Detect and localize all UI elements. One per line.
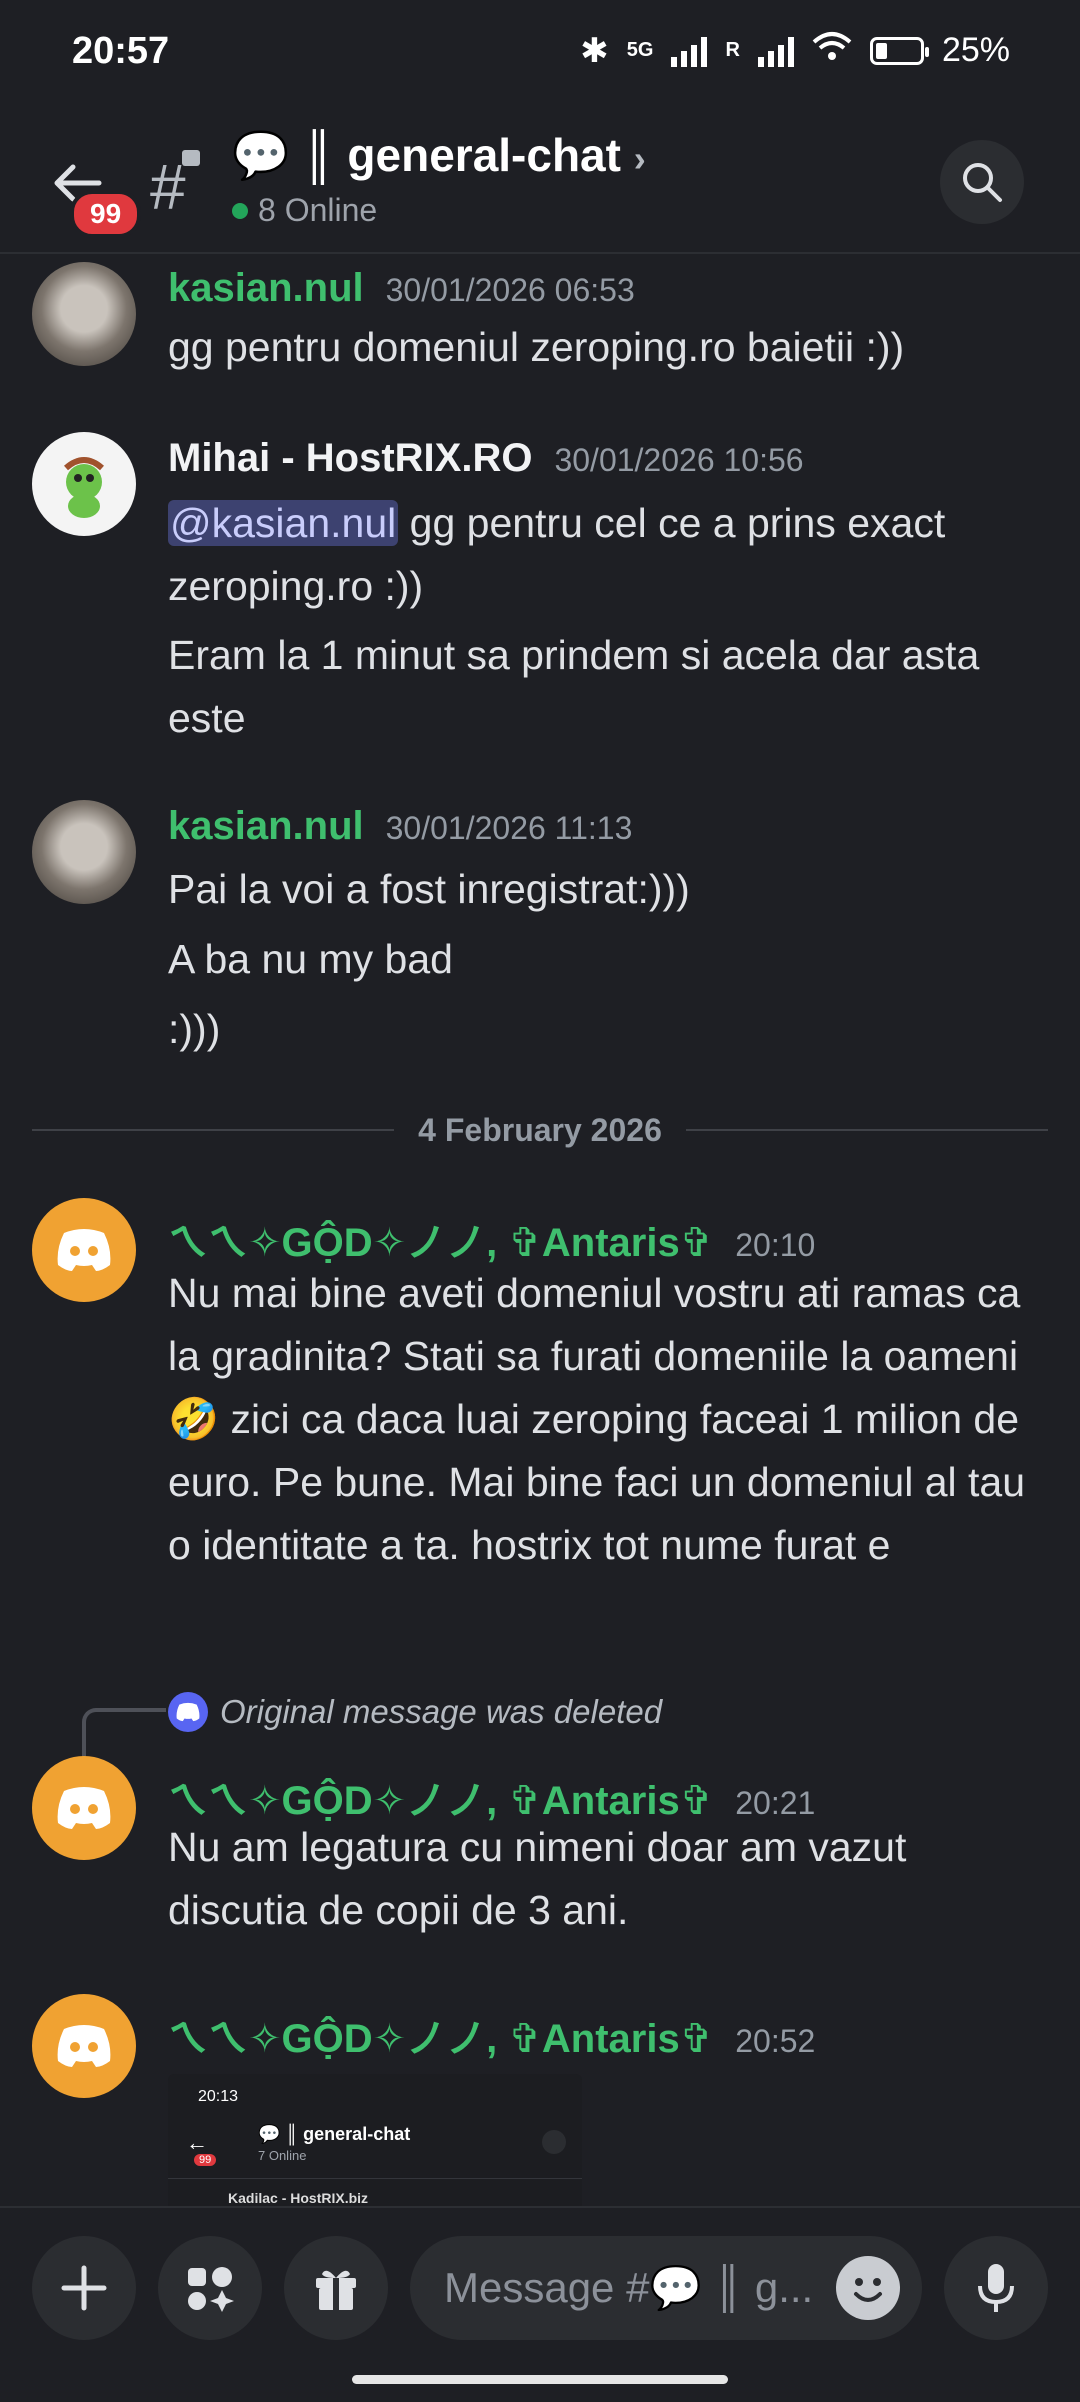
status-bar: 20:57 ✱ 5G R 25% <box>0 0 1080 110</box>
thumb-back-icon: ← <box>186 2130 208 2155</box>
timestamp: 20:10 <box>735 1227 816 1263</box>
author-name[interactable]: ㄟㄟ✧GỘD✧ノノ, ✞Antaris✞ <box>168 1210 713 1268</box>
avatar[interactable] <box>32 1994 136 2098</box>
chevron-right-icon: › <box>633 138 646 179</box>
thumb-title: 💬 ║ general-chat <box>258 2124 411 2144</box>
thumb-search-icon <box>542 2130 566 2154</box>
timestamp: 30/01/2026 10:56 <box>554 442 804 478</box>
home-indicator[interactable] <box>352 2375 728 2384</box>
apps-button[interactable] <box>158 2236 262 2340</box>
message-text: Pai la voi a fost inregistrat:))) <box>168 866 690 912</box>
lock-icon <box>182 150 200 166</box>
online-dot <box>232 202 248 219</box>
message-header: kasian.nul 30/01/2026 06:53 <box>168 266 635 311</box>
roaming-label: R <box>725 39 740 61</box>
microphone-icon <box>978 2264 1014 2312</box>
message-text: Eram la 1 minut sa prindem si acela dar … <box>168 632 980 741</box>
timestamp: 30/01/2026 06:53 <box>385 272 635 308</box>
thumb-time: 20:13 <box>198 2088 239 2105</box>
message-text: Nu mai bine aveti domeniul vostru ati ra… <box>168 1270 1025 1568</box>
message-text: :))) <box>168 1006 221 1052</box>
emoji-icon <box>854 2278 882 2302</box>
status-time: 20:57 <box>72 30 170 72</box>
channel-header: 99 # 💬 ║ general-chat › 8 Online <box>0 110 1080 254</box>
gift-icon <box>316 2270 356 2310</box>
reply-text: Original message was deleted <box>220 1693 663 1730</box>
avatar[interactable] <box>32 1756 136 1860</box>
battery-percent: 25% <box>941 31 1010 69</box>
reply-connector <box>82 1708 166 1762</box>
add-attachment-button[interactable] <box>32 2236 136 2340</box>
message-text: A ba nu my bad <box>168 936 453 982</box>
channel-name: 💬 ║ general-chat <box>232 129 621 181</box>
wifi-icon <box>812 30 852 71</box>
network-type: 5G <box>626 39 654 61</box>
emoji-button[interactable] <box>836 2256 900 2320</box>
thumb-divider <box>168 2178 582 2179</box>
discord-logo-icon <box>168 1692 208 1732</box>
avatar[interactable] <box>32 800 136 904</box>
message-input-placeholder: Message #💬 ║ g... <box>444 2263 814 2311</box>
message-text: @kasian.nul gg pentru cel ce a prins exa… <box>168 492 1048 618</box>
timestamp: 20:52 <box>735 2023 816 2059</box>
reply-preview[interactable]: Original message was deleted <box>168 1692 662 1732</box>
timestamp: 30/01/2026 11:13 <box>385 810 633 846</box>
online-count-text: 8 Online <box>258 192 378 228</box>
author-name[interactable]: kasian.nul <box>168 266 364 311</box>
author-name[interactable]: kasian.nul <box>168 804 364 849</box>
message-header: kasian.nul 30/01/2026 11:13 <box>168 804 632 849</box>
plus-icon <box>61 2265 107 2311</box>
thumb-online: 7 Online <box>258 2148 307 2163</box>
online-count: 8 Online <box>232 192 377 229</box>
date-divider: 4 February 2026 <box>32 1110 1049 1150</box>
battery-icon <box>869 36 929 65</box>
status-icons: ✱ 5G R 25% <box>580 30 1010 71</box>
search-button[interactable] <box>940 140 1024 224</box>
search-icon <box>963 163 1002 202</box>
image-attachment[interactable]: 20:13 ← 99 💬 ║ general-chat 7 Online Kad… <box>168 2074 582 2210</box>
author-name[interactable]: Mihai - HostRIX.RO <box>168 436 532 481</box>
user-mention[interactable]: @kasian.nul <box>168 500 399 546</box>
apps-icon <box>188 2267 234 2312</box>
gift-button[interactable] <box>284 2236 388 2340</box>
message-header: ㄟㄟ✧GỘD✧ノノ, ✞Antaris✞ 20:52 <box>168 2006 815 2064</box>
channel-title[interactable]: 💬 ║ general-chat › <box>232 128 646 183</box>
thumb-badge: 99 <box>194 2154 217 2166</box>
voice-message-button[interactable] <box>944 2236 1048 2340</box>
signal-icon <box>671 35 708 67</box>
hash-lock-icon: # <box>150 151 186 223</box>
author-name[interactable]: ㄟㄟ✧GỘD✧ノノ, ✞Antaris✞ <box>168 2006 713 2064</box>
message-text: Nu am legatura cu nimeni doar am vazut d… <box>168 1824 907 1933</box>
signal-2-icon <box>757 35 794 67</box>
date-divider-label: 4 February 2026 <box>418 1111 662 1148</box>
bluetooth-icon: ✱ <box>580 31 609 70</box>
message-text: gg pentru domeniul zeroping.ro baietii :… <box>168 324 905 370</box>
avatar[interactable] <box>32 432 136 536</box>
composer-bar: Message #💬 ║ g... <box>0 2206 1080 2402</box>
discord-logo-icon <box>57 1787 111 1829</box>
message-header: Mihai - HostRIX.RO 30/01/2026 10:56 <box>168 436 804 481</box>
discord-logo-icon <box>57 2025 111 2067</box>
avatar[interactable] <box>32 1198 136 1302</box>
avatar[interactable] <box>32 262 136 366</box>
message-input[interactable]: Message #💬 ║ g... <box>410 2236 922 2340</box>
unread-badge: 99 <box>70 190 142 238</box>
message-header: ㄟㄟ✧GỘD✧ノノ, ✞Antaris✞ 20:10 <box>168 1210 815 1268</box>
discord-logo-icon <box>57 1229 111 1271</box>
thumb-preview: Kadilac - HostRIX.biz <box>228 2190 369 2206</box>
